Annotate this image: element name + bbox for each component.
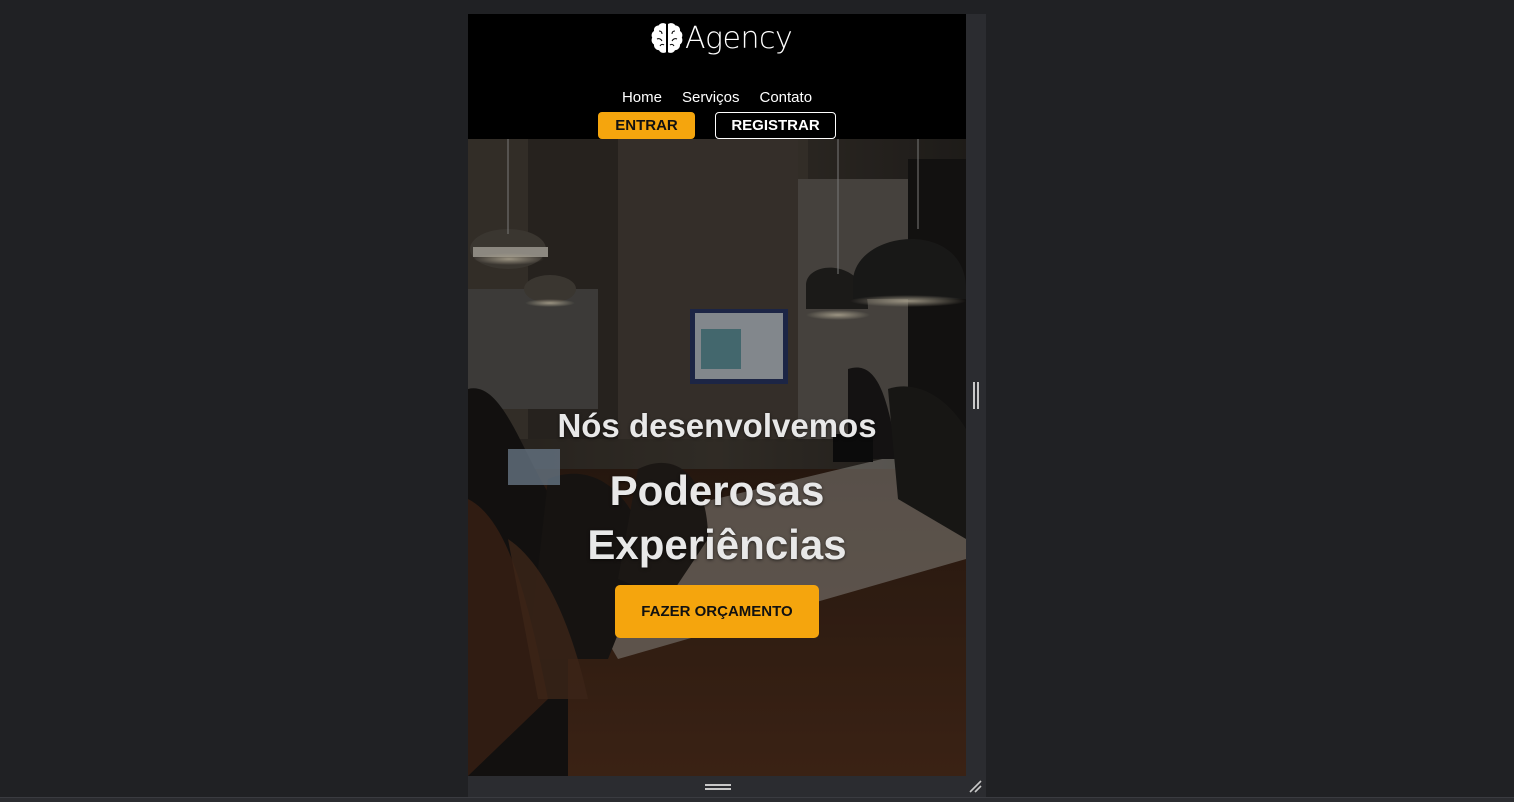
main-nav: Home Serviços Contato (468, 89, 966, 106)
hero-subtitle: Nós desenvolvemos (557, 407, 877, 444)
brand-name: Agency (685, 20, 793, 56)
devtools-bottom-border (0, 797, 1514, 802)
site-logo[interactable]: Agency (650, 18, 793, 58)
viewport-resize-handle-bottom[interactable] (705, 784, 731, 790)
nav-servicos[interactable]: Serviços (682, 89, 740, 106)
hero-title-line-1: Poderosas (609, 467, 825, 514)
hero-overlay (468, 139, 966, 776)
brain-icon (651, 23, 683, 53)
request-quote-button[interactable]: FAZER ORÇAMENTO (615, 585, 819, 638)
auth-buttons: ENTRAR REGISTRAR (468, 112, 966, 139)
hero-section: Nós desenvolvemos Poderosas Experiências… (468, 139, 966, 776)
register-button[interactable]: REGISTRAR (715, 112, 836, 139)
login-button[interactable]: ENTRAR (598, 112, 695, 139)
page-viewport: Agency Home Serviços Contato ENTRAR REGI… (468, 14, 966, 776)
hero-title: Poderosas Experiências (468, 464, 966, 572)
nav-contato[interactable]: Contato (760, 89, 813, 106)
viewport-resize-corner-icon[interactable] (968, 779, 982, 793)
nav-home[interactable]: Home (622, 89, 662, 106)
hero-title-line-2: Experiências (587, 521, 847, 568)
viewport-resize-handle-right[interactable] (973, 382, 979, 409)
site-header: Agency Home Serviços Contato ENTRAR REGI… (468, 14, 966, 139)
